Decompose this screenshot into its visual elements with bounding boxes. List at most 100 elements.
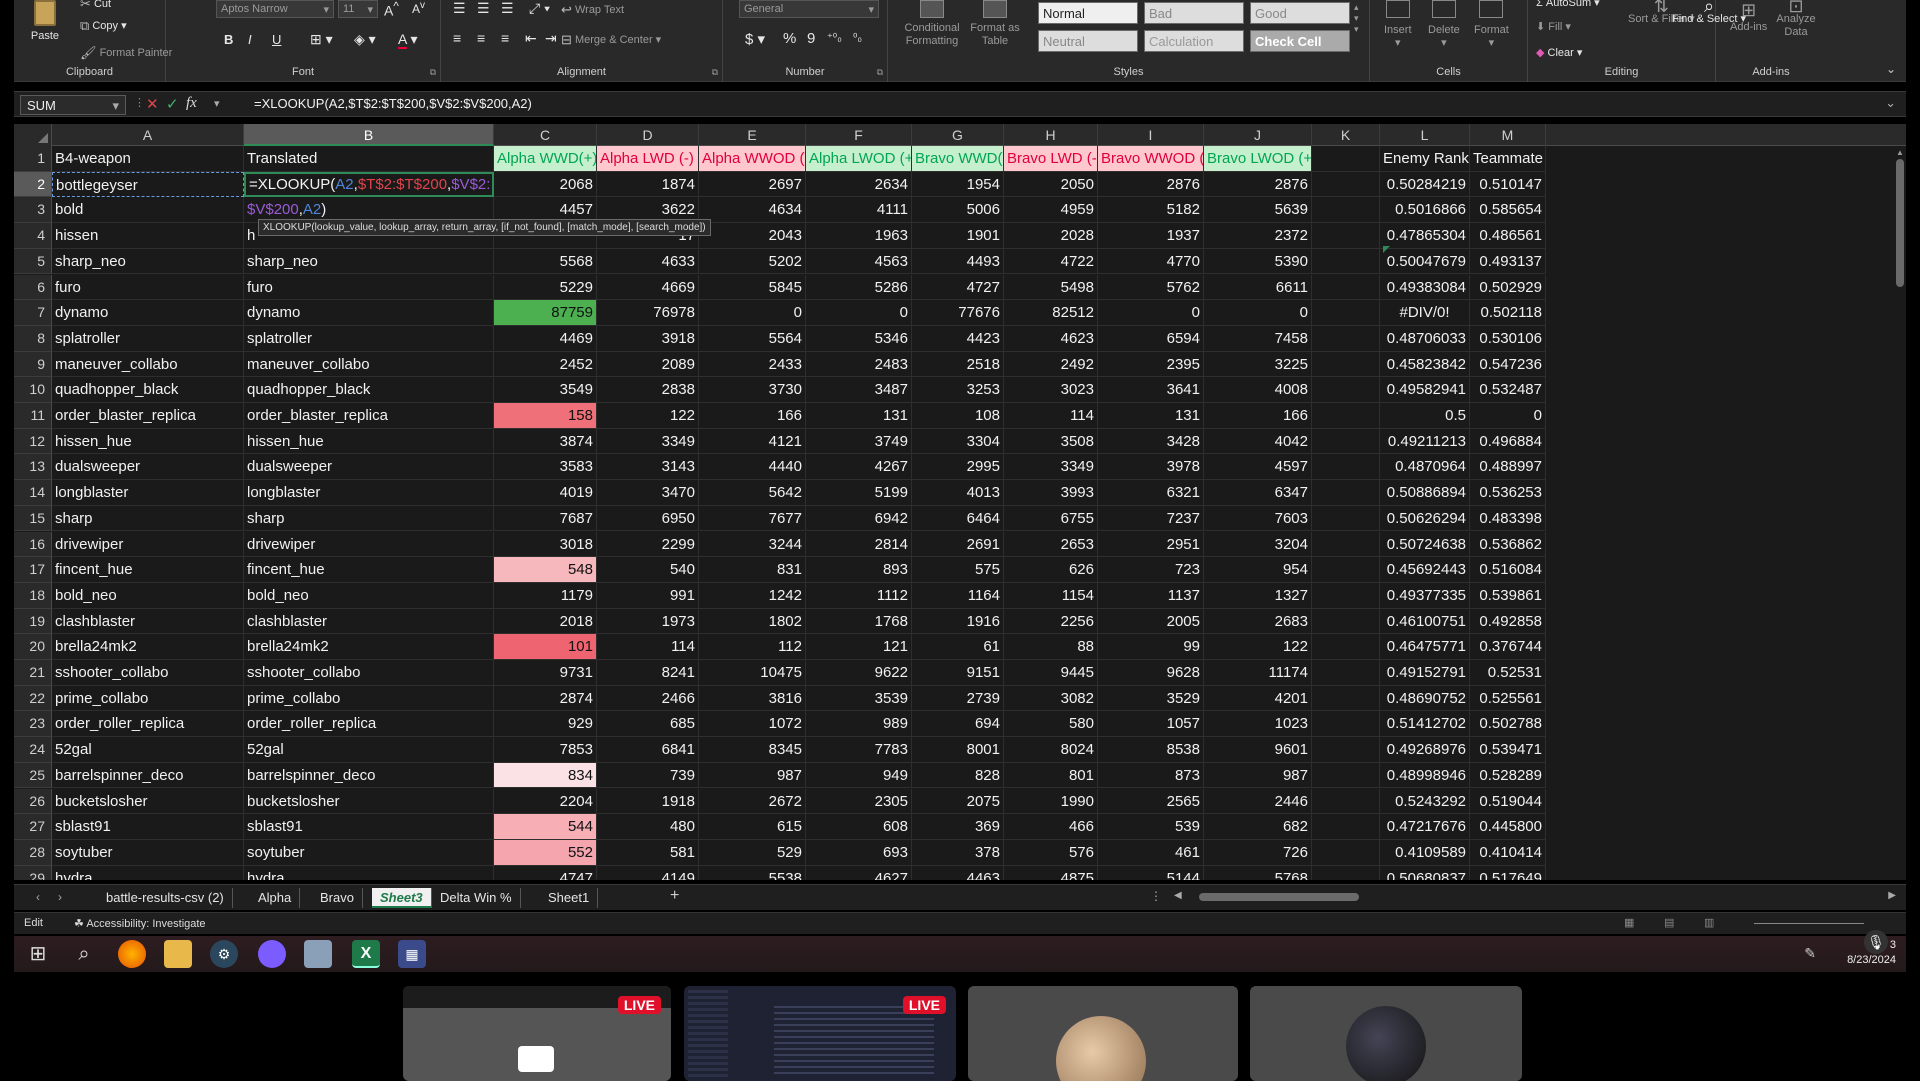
italic-button[interactable]: I: [248, 32, 252, 47]
cell-d21[interactable]: 8241: [597, 660, 699, 686]
cell-c13[interactable]: 3583: [494, 454, 597, 481]
increase-decimal-icon[interactable]: ⁺⁰₀: [827, 31, 842, 44]
column-header-l[interactable]: L: [1380, 124, 1470, 146]
cell-j9[interactable]: 3225: [1204, 351, 1312, 378]
cell-m24[interactable]: 0.539471: [1470, 737, 1546, 763]
horizontal-scroll-thumb[interactable]: [1199, 893, 1359, 901]
cell-b6[interactable]: furo: [244, 274, 494, 301]
cut-button[interactable]: ✂ Cut: [80, 0, 111, 12]
cell-m23[interactable]: 0.502788: [1470, 711, 1546, 738]
cell-g12[interactable]: 3304: [912, 428, 1004, 455]
column-header-m[interactable]: M: [1470, 124, 1546, 146]
cell-l6[interactable]: 0.49383084: [1380, 274, 1470, 301]
cell-i20[interactable]: 99: [1098, 634, 1204, 660]
cell-i25[interactable]: 873: [1098, 762, 1204, 789]
row-header[interactable]: 5: [14, 248, 52, 275]
font-family-select[interactable]: Aptos Narrow ▾: [216, 0, 334, 18]
sheet-tab[interactable]: Alpha: [250, 888, 301, 908]
cell-c21[interactable]: 9731: [494, 660, 597, 686]
cell-l24[interactable]: 0.49268976: [1380, 737, 1470, 763]
cell-d7[interactable]: 76978: [597, 300, 699, 326]
cell-h18[interactable]: 1154: [1004, 582, 1098, 609]
styles-scroll-icon[interactable]: ▴ ▾ ▾: [1354, 2, 1359, 35]
cell-m4[interactable]: 0.486561: [1470, 223, 1546, 249]
cell-a4[interactable]: hissen: [52, 223, 244, 249]
cell-j21[interactable]: 11174: [1204, 660, 1312, 686]
decrease-decimal-icon[interactable]: ⁰₀: [853, 31, 862, 44]
cell-c25[interactable]: 834: [494, 762, 597, 789]
column-header-k[interactable]: K: [1312, 124, 1380, 146]
expand-formula-bar-icon[interactable]: ⌄: [1885, 95, 1896, 111]
cell-f22[interactable]: 3539: [806, 685, 912, 712]
middle-align-icon[interactable]: ☰: [477, 0, 490, 17]
cell-b17[interactable]: fincent_hue: [244, 557, 494, 583]
cell-d9[interactable]: 2089: [597, 351, 699, 378]
cell-e3[interactable]: 4634: [699, 197, 806, 224]
cell-a23[interactable]: order_roller_replica: [52, 711, 244, 738]
cell-a18[interactable]: bold_neo: [52, 582, 244, 609]
cell-i27[interactable]: 539: [1098, 814, 1204, 840]
vertical-scroll-thumb[interactable]: [1896, 159, 1904, 287]
cell-h17[interactable]: 626: [1004, 557, 1098, 583]
cell-l14[interactable]: 0.50886894: [1380, 480, 1470, 506]
enter-entry-icon[interactable]: ✓: [166, 95, 179, 113]
cell-h12[interactable]: 3508: [1004, 428, 1098, 455]
cell-f5[interactable]: 4563: [806, 248, 912, 275]
cell-j12[interactable]: 4042: [1204, 428, 1312, 455]
cell-b28[interactable]: soytuber: [244, 839, 494, 866]
cell-c17[interactable]: 548: [494, 557, 597, 583]
cell-k10[interactable]: [1312, 377, 1380, 403]
app-window-icon[interactable]: [304, 940, 332, 968]
cell-h5[interactable]: 4722: [1004, 248, 1098, 275]
cell-a5[interactable]: sharp_neo: [52, 248, 244, 275]
column-header-a[interactable]: A: [52, 124, 244, 146]
cell-j19[interactable]: 2683: [1204, 608, 1312, 635]
cell-c12[interactable]: 3874: [494, 428, 597, 455]
cell-e5[interactable]: 5202: [699, 248, 806, 275]
cell-k14[interactable]: [1312, 480, 1380, 506]
cell-b9[interactable]: maneuver_collabo: [244, 351, 494, 378]
column-header-j[interactable]: J: [1204, 124, 1312, 146]
scroll-up-icon[interactable]: ▲: [1896, 148, 1904, 157]
cell-a3[interactable]: bold: [52, 197, 244, 224]
cell-j5[interactable]: 5390: [1204, 248, 1312, 275]
cell-g5[interactable]: 4493: [912, 248, 1004, 275]
cell-f8[interactable]: 5346: [806, 325, 912, 352]
comma-button[interactable]: 9: [807, 30, 815, 47]
cell-j18[interactable]: 1327: [1204, 582, 1312, 609]
collapse-ribbon-icon[interactable]: ⌄: [1886, 62, 1896, 76]
cell-m2[interactable]: 0.510147: [1470, 171, 1546, 198]
cell-f19[interactable]: 1768: [806, 608, 912, 635]
row-header[interactable]: 3: [14, 197, 52, 224]
orientation-icon[interactable]: ⤢ ▾: [529, 0, 550, 17]
cell-a11[interactable]: order_blaster_replica: [52, 403, 244, 429]
cell-a7[interactable]: dynamo: [52, 300, 244, 326]
sheet-tab[interactable]: battle-results-csv (2): [98, 888, 233, 908]
row-header[interactable]: 19: [14, 608, 52, 635]
cell-i5[interactable]: 4770: [1098, 248, 1204, 275]
cell-h26[interactable]: 1990: [1004, 788, 1098, 815]
cell-a6[interactable]: furo: [52, 274, 244, 301]
cell-l11[interactable]: 0.5: [1380, 403, 1470, 429]
cell-f16[interactable]: 2814: [806, 531, 912, 558]
increase-indent-icon[interactable]: ⇥: [545, 30, 557, 47]
column-header-g[interactable]: G: [912, 124, 1004, 146]
cell-f11[interactable]: 131: [806, 403, 912, 429]
cell-k15[interactable]: [1312, 505, 1380, 532]
cell-m6[interactable]: 0.502929: [1470, 274, 1546, 301]
cell-i8[interactable]: 6594: [1098, 325, 1204, 352]
row-header[interactable]: 23: [14, 711, 52, 738]
clear-button[interactable]: ◆ Clear ▾: [1536, 46, 1582, 59]
cell-a13[interactable]: dualsweeper: [52, 454, 244, 481]
cell-j11[interactable]: 166: [1204, 403, 1312, 429]
cell-i22[interactable]: 3529: [1098, 685, 1204, 712]
cell-l5[interactable]: 0.50047679: [1380, 248, 1470, 275]
cell-a16[interactable]: drivewiper: [52, 531, 244, 558]
cell-j16[interactable]: 3204: [1204, 531, 1312, 558]
cell-k13[interactable]: [1312, 454, 1380, 481]
cell-c19[interactable]: 2018: [494, 608, 597, 635]
cell-f13[interactable]: 4267: [806, 454, 912, 481]
cell-k7[interactable]: [1312, 300, 1380, 326]
tab-scroll-left-icon[interactable]: ‹: [36, 890, 40, 904]
sheet-tab[interactable]: Sheet3: [372, 888, 432, 908]
